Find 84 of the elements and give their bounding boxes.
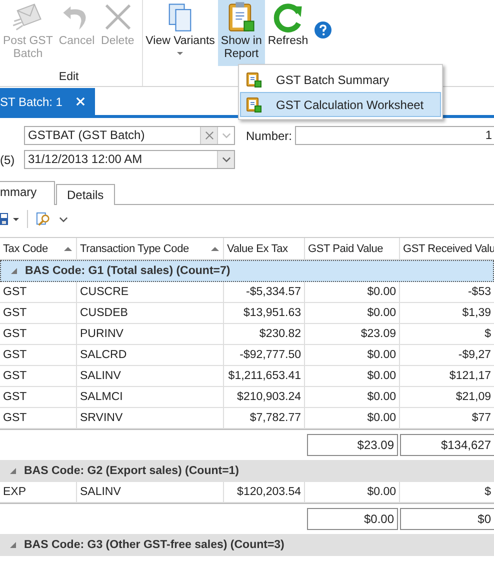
clipboard-icon	[246, 96, 262, 112]
clear-icon[interactable]	[204, 131, 214, 140]
table-cell: $210,903.24	[224, 387, 305, 407]
group-title: BAS Code: G2 (Export sales) (Count=1)	[24, 465, 240, 477]
table-cell: GST	[0, 282, 77, 302]
sort-ascending-icon	[64, 247, 72, 251]
table-cell: $230.82	[224, 324, 305, 344]
group-label: Edit	[58, 70, 80, 83]
group-row[interactable]: BAS Code: G1 (Total sales) (Count=7)	[0, 260, 494, 282]
number-label: Number:	[246, 128, 294, 142]
tab[interactable]: mmary	[0, 181, 55, 205]
group-row[interactable]: BAS Code: G2 (Export sales) (Count=1)	[0, 460, 494, 482]
table-cell: CUSDEB	[77, 303, 224, 323]
group-title: BAS Code: G1 (Total sales) (Count=7)	[25, 265, 230, 277]
save-icon[interactable]	[0, 212, 8, 226]
table-cell: -$92,777.50	[224, 345, 305, 365]
table-cell-text: $	[484, 485, 492, 500]
table-cell: $13,951.63	[224, 303, 305, 323]
group-row[interactable]: BAS Code: G3 (Other GST-free sales) (Count=3)	[0, 534, 494, 556]
table-cell-text: $1,39	[461, 306, 492, 321]
total-cell: $0	[400, 508, 494, 530]
close-icon[interactable]	[76, 97, 86, 106]
date-field[interactable]: 31/12/2013 12:00 AM	[24, 150, 235, 169]
collapse-triangle-icon[interactable]	[11, 268, 17, 274]
group-title: BAS Code: G3 (Other GST-free sales) (Count=3)	[24, 539, 284, 551]
table-cell: SALINV	[77, 482, 224, 502]
table-cell: $0.00	[305, 387, 400, 407]
column-header[interactable]: GST Paid Value	[305, 238, 400, 259]
table-cell: EXP	[0, 482, 77, 502]
column-header[interactable]: Value Ex Tax	[224, 238, 305, 259]
total-cell: $134,627	[400, 434, 494, 456]
table-cell: $0.00	[305, 282, 400, 302]
table-cell: GST	[0, 366, 77, 386]
ribbon-button[interactable]: Show in Report	[218, 0, 265, 66]
number-field[interactable]: 1	[295, 126, 494, 145]
document-type-field[interactable]: GSTBAT (GST Batch)	[24, 126, 235, 145]
table-cell: GST	[0, 324, 77, 344]
table-cell: $120,203.54	[224, 482, 305, 502]
total-cell: $23.09	[307, 434, 398, 456]
chevron-down-icon[interactable]	[59, 214, 68, 224]
column-header[interactable]: Transaction Type Code	[77, 238, 224, 259]
caret-icon[interactable]	[13, 218, 19, 220]
table-cell-text: $121,17	[448, 369, 492, 384]
table-cell: SALINV	[77, 366, 224, 386]
table-cell: $0.00	[305, 408, 400, 428]
tab[interactable]: Details	[56, 184, 115, 205]
table-cell: GST	[0, 387, 77, 407]
table-cell: GST	[0, 303, 77, 323]
table-cell: PURINV	[77, 324, 224, 344]
document-tab[interactable]: ST Batch: 1	[0, 88, 96, 115]
collapse-triangle-icon[interactable]	[10, 468, 16, 474]
clipboard-icon	[246, 72, 262, 88]
table-cell-text: -$9,27	[457, 348, 492, 363]
table-cell: $0.00	[305, 345, 400, 365]
caret-icon	[177, 52, 184, 55]
table-cell-text: $77	[470, 411, 492, 426]
date-label: (5)	[0, 152, 15, 166]
menu-item[interactable]: GST Calculation Worksheet	[240, 92, 441, 117]
ribbon-button[interactable]: Refresh	[264, 0, 312, 66]
ribbon-button[interactable]: View Variants	[142, 0, 218, 66]
table-cell: $0.00	[305, 482, 400, 502]
table-cell: -$5,334.57	[224, 282, 305, 302]
table-cell: CUSCRE	[77, 282, 224, 302]
table-cell: SALCRD	[77, 345, 224, 365]
help-icon	[314, 21, 332, 39]
search-icon[interactable]	[36, 212, 51, 226]
table-cell: $7,782.77	[224, 408, 305, 428]
table-cell: SALMCI	[77, 387, 224, 407]
table-cell: $23.09	[305, 324, 400, 344]
collapse-triangle-icon[interactable]	[10, 542, 16, 548]
table-cell: $0.00	[305, 366, 400, 386]
chevron-down-icon[interactable]	[222, 155, 230, 164]
table-cell: GST	[0, 408, 77, 428]
table-cell: SRVINV	[77, 408, 224, 428]
table-cell: $1,211,653.41	[224, 366, 305, 386]
table-cell-text: $	[484, 327, 492, 342]
column-header[interactable]: Tax Code	[0, 238, 77, 259]
table-cell: $0.00	[305, 303, 400, 323]
table-cell: GST	[0, 345, 77, 365]
table-cell-text: -$53	[466, 285, 492, 300]
sort-ascending-icon	[211, 247, 219, 251]
total-cell: $0.00	[307, 508, 398, 530]
menu-item[interactable]: GST Batch Summary	[240, 67, 441, 92]
table-cell-text: $21,09	[454, 390, 492, 405]
